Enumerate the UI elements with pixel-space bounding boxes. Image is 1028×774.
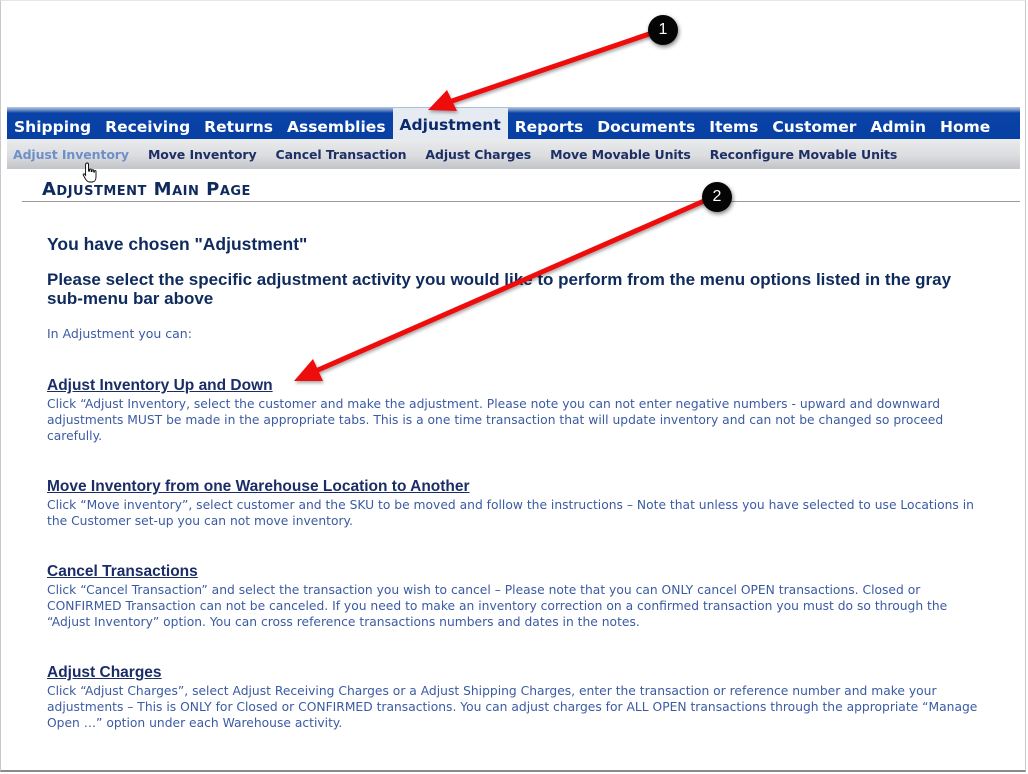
callout-badge-2: 2 [702,182,732,212]
tab-home[interactable]: Home [933,113,997,139]
section-description: Click “Adjust Charges”, select Adjust Re… [47,684,978,730]
section-description: Click “Cancel Transaction” and select th… [47,583,948,629]
sub-nav: Adjust Inventory Move Inventory Cancel T… [7,139,1020,169]
section-cancel-transactions: Cancel Transactions Click “Cancel Transa… [47,561,987,630]
tab-documents[interactable]: Documents [590,113,702,139]
intro-text: In Adjustment you can: [47,326,192,341]
tab-admin[interactable]: Admin [863,113,933,139]
cancel-transactions-link[interactable]: Cancel Transactions [47,563,198,581]
tab-assemblies[interactable]: Assemblies [280,113,393,139]
main-nav: Shipping Receiving Returns Assemblies Ad… [7,107,1020,139]
tab-adjustment[interactable]: Adjustment [392,108,508,139]
tab-items[interactable]: Items [702,113,765,139]
subnav-reconfigure-movable-units[interactable]: Reconfigure Movable Units [710,147,898,162]
callout-badge-1: 1 [648,15,678,45]
subnav-move-inventory[interactable]: Move Inventory [148,147,257,162]
tab-shipping[interactable]: Shipping [7,113,98,139]
section-description: Click “Move inventory”, select customer … [47,498,974,528]
instruction-heading: Please select the specific adjustment ac… [47,270,952,308]
truncated-text-line: . [47,762,647,766]
chosen-heading: You have chosen "Adjustment" [47,234,308,254]
subnav-adjust-inventory[interactable]: Adjust Inventory [13,147,129,162]
page-title: Adjustment Main Page [42,179,251,200]
subnav-cancel-transaction[interactable]: Cancel Transaction [276,147,407,162]
subnav-move-movable-units[interactable]: Move Movable Units [550,147,691,162]
section-move-inventory: Move Inventory from one Warehouse Locati… [47,476,987,529]
tab-customer[interactable]: Customer [765,113,863,139]
tab-returns[interactable]: Returns [197,113,280,139]
section-adjust-charges: Adjust Charges Click “Adjust Charges”, s… [47,662,987,731]
adjust-charges-link[interactable]: Adjust Charges [47,664,162,682]
adjust-inventory-link[interactable]: Adjust Inventory Up and Down [47,377,273,395]
move-inventory-link[interactable]: Move Inventory from one Warehouse Locati… [47,478,470,496]
tab-receiving[interactable]: Receiving [98,113,197,139]
tab-reports[interactable]: Reports [508,113,590,139]
subnav-adjust-charges[interactable]: Adjust Charges [425,147,531,162]
title-divider [22,201,1020,202]
section-adjust-inventory: Adjust Inventory Up and Down Click “Adju… [47,375,987,444]
section-description: Click “Adjust Inventory, select the cust… [47,397,944,443]
intro-block: You have chosen "Adjustment" Please sele… [47,234,987,341]
